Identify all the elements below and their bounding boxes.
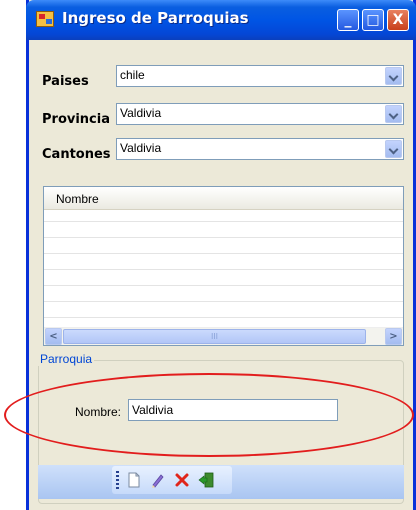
paises-label: Paises <box>42 74 89 89</box>
provincia-combo[interactable]: Valdivia <box>116 103 404 125</box>
parroquias-grid[interactable]: Nombre < III > <box>43 186 404 346</box>
window-title: Ingreso de Parroquias <box>62 9 249 27</box>
toolstrip-grip[interactable] <box>116 471 119 489</box>
grid-empty-rows <box>44 221 403 318</box>
column-header-nombre[interactable]: Nombre <box>56 192 99 206</box>
scroll-right-button[interactable]: > <box>385 328 402 345</box>
cantones-value: Valdivia <box>120 141 162 155</box>
maximize-button[interactable]: □ <box>362 9 384 31</box>
scroll-thumb[interactable]: III <box>63 329 366 344</box>
cantones-label: Cantones <box>42 147 111 162</box>
edit-icon[interactable] <box>150 472 166 488</box>
scroll-left-button[interactable]: < <box>45 328 62 345</box>
new-icon[interactable] <box>126 472 142 488</box>
toolstrip <box>112 466 232 494</box>
cantones-combo[interactable]: Valdivia <box>116 138 404 160</box>
chevron-down-icon[interactable] <box>385 105 402 123</box>
close-button[interactable]: X <box>387 9 409 31</box>
parroquia-group-title: Parroquia <box>38 352 95 366</box>
provincia-value: Valdivia <box>120 106 162 120</box>
grid-header: Nombre <box>44 187 403 210</box>
paises-value: chile <box>120 68 145 82</box>
app-icon <box>36 11 54 27</box>
exit-icon[interactable] <box>198 472 214 488</box>
chevron-down-icon[interactable] <box>385 67 402 85</box>
delete-icon[interactable] <box>174 472 190 488</box>
title-bar[interactable]: Ingreso de Parroquias _ □ X <box>26 0 416 40</box>
minimize-button[interactable]: _ <box>337 9 359 31</box>
provincia-label: Provincia <box>42 112 110 127</box>
annotation-ellipse <box>4 373 414 457</box>
paises-combo[interactable]: chile <box>116 65 404 87</box>
chevron-down-icon[interactable] <box>385 140 402 158</box>
horizontal-scrollbar[interactable]: < III > <box>44 327 403 345</box>
